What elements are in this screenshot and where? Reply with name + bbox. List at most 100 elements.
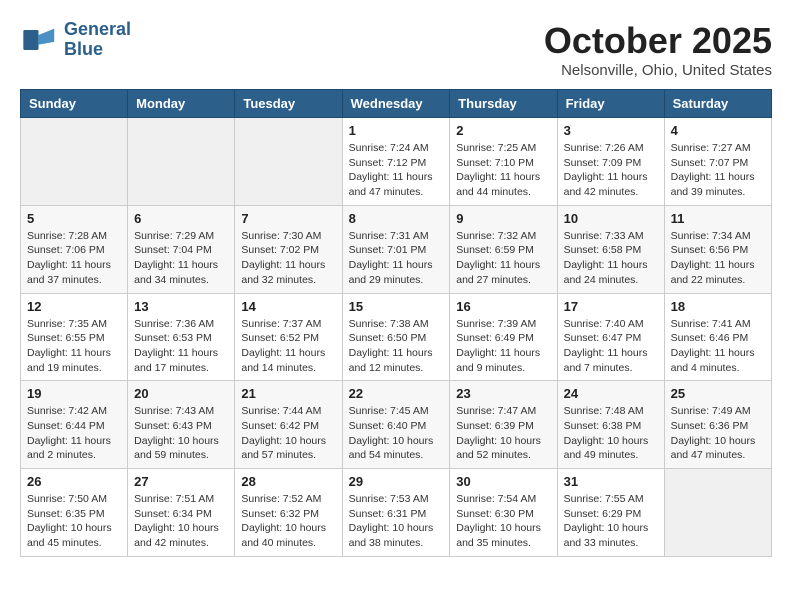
weekday-header-thursday: Thursday [450,90,557,118]
calendar-cell: 11 Sunrise: 7:34 AM Sunset: 6:56 PM Dayli… [664,205,771,293]
day-number: 31 [564,474,658,489]
calendar-cell: 12Sunrise: 7:35 AM Sunset: 6:55 PM Dayli… [21,293,128,381]
day-info: Sunrise: 7:42 AM Sunset: 6:44 PM Dayligh… [27,404,121,463]
calendar-week-row: 26 Sunrise: 7:50 AM Sunset: 6:35 PM Dayli… [21,469,772,557]
weekday-header-sunday: Sunday [21,90,128,118]
day-info: Sunrise: 7:52 AM Sunset: 6:32 PM Dayligh… [241,492,335,551]
day-info: Sunrise: 7:34 AM Sunset: 6:56 PM Dayligh… [671,229,765,288]
day-info: Sunrise: 7:24 AM Sunset: 7:12 PM Dayligh… [349,141,444,200]
calendar-cell: 8Sunrise: 7:31 AM Sunset: 7:01 PM Daylig… [342,205,450,293]
calendar-cell: 10 Sunrise: 7:33 AM Sunset: 6:58 PM Dayli… [557,205,664,293]
day-info: Sunrise: 7:37 AM Sunset: 6:52 PM Dayligh… [241,317,335,376]
day-number: 15 [349,299,444,314]
calendar-table: SundayMondayTuesdayWednesdayThursdayFrid… [20,89,772,557]
day-number: 27 [134,474,228,489]
calendar-cell: 7 Sunrise: 7:30 AM Sunset: 7:02 PM Daylig… [235,205,342,293]
calendar-cell: 20 Sunrise: 7:43 AM Sunset: 6:43 PM Dayli… [128,381,235,469]
day-number: 12 [27,299,121,314]
day-number: 17 [564,299,658,314]
day-info: Sunrise: 7:27 AM Sunset: 7:07 PM Dayligh… [671,141,765,200]
calendar-cell: 29Sunrise: 7:53 AM Sunset: 6:31 PM Dayli… [342,469,450,557]
logo-text: General Blue [64,20,131,60]
calendar-week-row: 12Sunrise: 7:35 AM Sunset: 6:55 PM Dayli… [21,293,772,381]
logo-line1: General [64,20,131,40]
calendar-week-row: 1 Sunrise: 7:24 AM Sunset: 7:12 PM Daylig… [21,118,772,206]
calendar-cell [128,118,235,206]
calendar-cell [21,118,128,206]
calendar-cell: 1 Sunrise: 7:24 AM Sunset: 7:12 PM Daylig… [342,118,450,206]
day-info: Sunrise: 7:30 AM Sunset: 7:02 PM Dayligh… [241,229,335,288]
day-number: 3 [564,123,658,138]
weekday-header-row: SundayMondayTuesdayWednesdayThursdayFrid… [21,90,772,118]
day-number: 6 [134,211,228,226]
day-info: Sunrise: 7:28 AM Sunset: 7:06 PM Dayligh… [27,229,121,288]
calendar-cell: 28 Sunrise: 7:52 AM Sunset: 6:32 PM Dayli… [235,469,342,557]
calendar-cell: 16 Sunrise: 7:39 AM Sunset: 6:49 PM Dayli… [450,293,557,381]
logo-icon [20,21,58,59]
day-number: 9 [456,211,550,226]
day-info: Sunrise: 7:51 AM Sunset: 6:34 PM Dayligh… [134,492,228,551]
calendar-cell: 24Sunrise: 7:48 AM Sunset: 6:38 PM Dayli… [557,381,664,469]
day-info: Sunrise: 7:33 AM Sunset: 6:58 PM Dayligh… [564,229,658,288]
day-info: Sunrise: 7:40 AM Sunset: 6:47 PM Dayligh… [564,317,658,376]
calendar-cell: 30Sunrise: 7:54 AM Sunset: 6:30 PM Dayli… [450,469,557,557]
calendar-cell: 27 Sunrise: 7:51 AM Sunset: 6:34 PM Dayli… [128,469,235,557]
calendar-cell: 19Sunrise: 7:42 AM Sunset: 6:44 PM Dayli… [21,381,128,469]
calendar-cell: 15 Sunrise: 7:38 AM Sunset: 6:50 PM Dayli… [342,293,450,381]
day-number: 7 [241,211,335,226]
day-number: 11 [671,211,765,226]
calendar-cell [235,118,342,206]
day-info: Sunrise: 7:38 AM Sunset: 6:50 PM Dayligh… [349,317,444,376]
day-number: 23 [456,386,550,401]
calendar-cell: 13 Sunrise: 7:36 AM Sunset: 6:53 PM Dayli… [128,293,235,381]
day-info: Sunrise: 7:50 AM Sunset: 6:35 PM Dayligh… [27,492,121,551]
day-info: Sunrise: 7:41 AM Sunset: 6:46 PM Dayligh… [671,317,765,376]
calendar-cell: 17 Sunrise: 7:40 AM Sunset: 6:47 PM Dayli… [557,293,664,381]
day-number: 22 [349,386,444,401]
day-info: Sunrise: 7:45 AM Sunset: 6:40 PM Dayligh… [349,404,444,463]
calendar-cell: 2Sunrise: 7:25 AM Sunset: 7:10 PM Daylig… [450,118,557,206]
calendar-cell: 31 Sunrise: 7:55 AM Sunset: 6:29 PM Dayli… [557,469,664,557]
day-info: Sunrise: 7:48 AM Sunset: 6:38 PM Dayligh… [564,404,658,463]
day-info: Sunrise: 7:32 AM Sunset: 6:59 PM Dayligh… [456,229,550,288]
month-title: October 2025 [544,20,772,62]
day-info: Sunrise: 7:55 AM Sunset: 6:29 PM Dayligh… [564,492,658,551]
day-number: 20 [134,386,228,401]
day-info: Sunrise: 7:49 AM Sunset: 6:36 PM Dayligh… [671,404,765,463]
day-info: Sunrise: 7:54 AM Sunset: 6:30 PM Dayligh… [456,492,550,551]
day-info: Sunrise: 7:39 AM Sunset: 6:49 PM Dayligh… [456,317,550,376]
location-subtitle: Nelsonville, Ohio, United States [544,62,772,79]
calendar-cell: 21Sunrise: 7:44 AM Sunset: 6:42 PM Dayli… [235,381,342,469]
day-number: 8 [349,211,444,226]
weekday-header-saturday: Saturday [664,90,771,118]
calendar-cell: 9 Sunrise: 7:32 AM Sunset: 6:59 PM Daylig… [450,205,557,293]
calendar-cell: 5 Sunrise: 7:28 AM Sunset: 7:06 PM Daylig… [21,205,128,293]
day-info: Sunrise: 7:29 AM Sunset: 7:04 PM Dayligh… [134,229,228,288]
day-info: Sunrise: 7:25 AM Sunset: 7:10 PM Dayligh… [456,141,550,200]
day-number: 18 [671,299,765,314]
day-info: Sunrise: 7:47 AM Sunset: 6:39 PM Dayligh… [456,404,550,463]
calendar-cell: 14 Sunrise: 7:37 AM Sunset: 6:52 PM Dayli… [235,293,342,381]
calendar-cell: 18 Sunrise: 7:41 AM Sunset: 6:46 PM Dayli… [664,293,771,381]
calendar-cell: 26 Sunrise: 7:50 AM Sunset: 6:35 PM Dayli… [21,469,128,557]
logo: General Blue [20,20,131,60]
day-number: 10 [564,211,658,226]
calendar-cell [664,469,771,557]
day-number: 1 [349,123,444,138]
page-header: General Blue October 2025 Nelsonville, O… [20,20,772,79]
day-number: 5 [27,211,121,226]
calendar-week-row: 5 Sunrise: 7:28 AM Sunset: 7:06 PM Daylig… [21,205,772,293]
day-number: 26 [27,474,121,489]
day-info: Sunrise: 7:36 AM Sunset: 6:53 PM Dayligh… [134,317,228,376]
day-number: 13 [134,299,228,314]
weekday-header-monday: Monday [128,90,235,118]
day-number: 4 [671,123,765,138]
day-number: 16 [456,299,550,314]
calendar-cell: 25Sunrise: 7:49 AM Sunset: 6:36 PM Dayli… [664,381,771,469]
day-number: 21 [241,386,335,401]
day-number: 28 [241,474,335,489]
calendar-cell: 6 Sunrise: 7:29 AM Sunset: 7:04 PM Daylig… [128,205,235,293]
day-number: 14 [241,299,335,314]
day-info: Sunrise: 7:43 AM Sunset: 6:43 PM Dayligh… [134,404,228,463]
logo-line2: Blue [64,40,131,60]
